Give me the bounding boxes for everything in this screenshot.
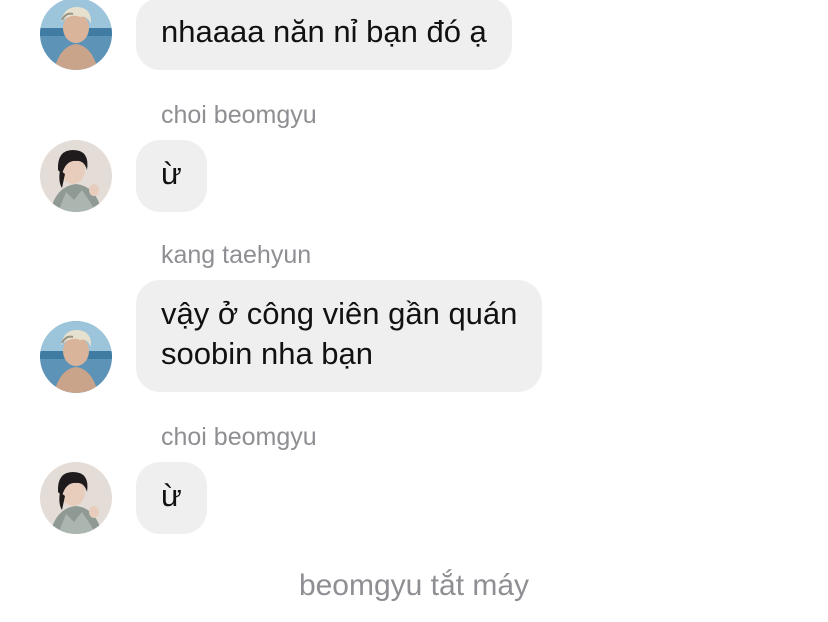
message-text: ừ [161,156,182,191]
avatar-photo-blond-beach-icon [40,321,112,393]
avatar-photo-dark-hair-icon [40,462,112,534]
avatar-photo-blond-beach-icon [40,0,112,70]
message-bubble[interactable]: nhaaaa năn nỉ bạn đó ạ [136,0,512,70]
message-bubble[interactable]: ừ [136,140,207,212]
avatar-photo-dark-hair-icon [40,140,112,212]
beomgyu-avatar[interactable] [40,462,112,534]
taehyun-avatar[interactable] [40,0,112,70]
sender-name: choi beomgyu [161,423,317,451]
message-bubble[interactable]: vậy ở công viên gần quán soobin nha bạn [136,280,543,392]
taehyun-avatar[interactable] [40,321,112,393]
call-status-text: beomgyu tắt máy [298,569,530,602]
beomgyu-avatar[interactable] [40,140,112,212]
sender-name: choi beomgyu [161,101,317,129]
message-bubble[interactable]: ừ [136,462,207,534]
message-text-line: soobin nha bạn [161,336,374,371]
message-text: nhaaaa năn nỉ bạn đó ạ [161,14,487,49]
message-text-line: vậy ở công viên gần quán [161,296,518,331]
message-text: ừ [161,478,182,513]
sender-name: kang taehyun [161,241,312,269]
